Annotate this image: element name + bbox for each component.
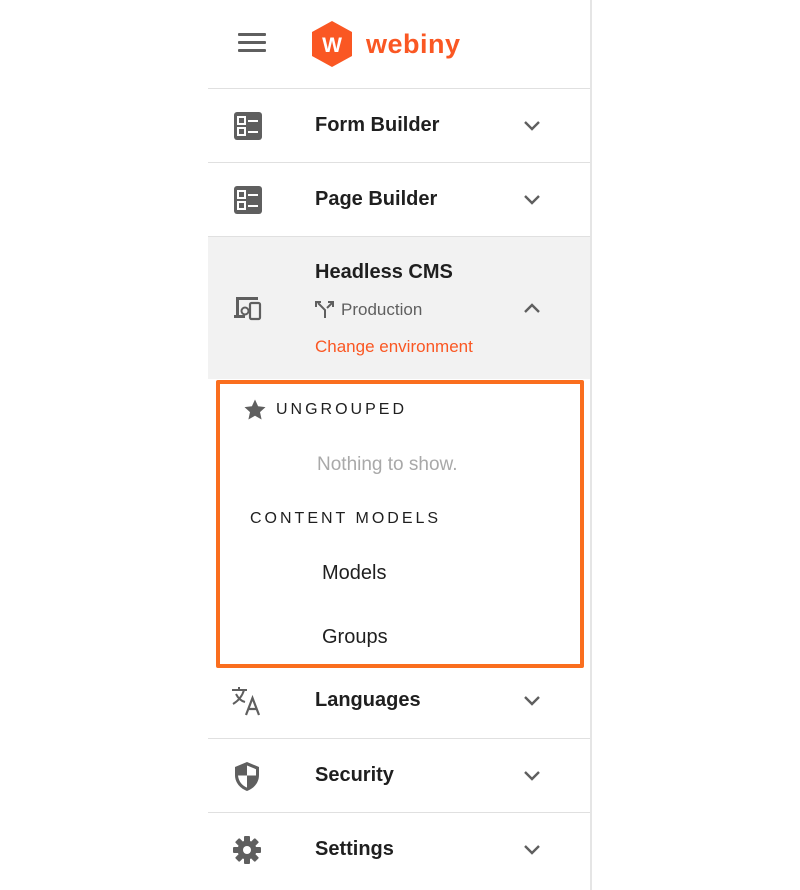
menu-item-label: Form Builder: [315, 114, 440, 136]
chevron-down-icon: [520, 691, 544, 711]
form-icon: [230, 184, 264, 216]
star-icon: [244, 399, 266, 420]
menu-item-headless-cms[interactable]: Headless CMS Production Change environme…: [208, 236, 590, 379]
menu-item-label: Languages: [315, 689, 421, 711]
gear-icon: [230, 834, 264, 866]
cms-submenu-panel: UNGROUPED Nothing to show. CONTENT MODEL…: [216, 380, 584, 668]
ungrouped-header: UNGROUPED: [242, 398, 407, 422]
chevron-down-icon: [520, 116, 544, 136]
svg-text:W: W: [322, 34, 342, 57]
empty-state-text: Nothing to show.: [317, 454, 458, 475]
hamburger-menu-button[interactable]: [238, 33, 266, 53]
logo-wordmark: webiny: [366, 28, 461, 59]
chevron-down-icon: [520, 766, 544, 786]
chevron-down-icon: [520, 190, 544, 210]
menu-item-label: Headless CMS: [315, 261, 453, 283]
change-environment-link[interactable]: Change environment: [315, 337, 473, 357]
menu-item-label: Settings: [315, 838, 394, 860]
shield-icon: [230, 760, 264, 792]
content-models-label: CONTENT MODELS: [250, 510, 442, 527]
menu-item-security[interactable]: Security: [208, 738, 590, 812]
chevron-up-icon: [520, 299, 544, 319]
menu-item-label: Page Builder: [315, 188, 438, 210]
chevron-down-icon: [520, 840, 544, 860]
webiny-logo-mark: W: [312, 21, 352, 67]
form-icon: [230, 110, 264, 142]
menu-item-form-builder[interactable]: Form Builder: [208, 88, 590, 162]
menu-item-page-builder[interactable]: Page Builder: [208, 162, 590, 236]
menu-item-settings[interactable]: Settings: [208, 812, 590, 886]
translate-icon: [230, 685, 264, 717]
drawer-header: W webiny: [208, 0, 590, 88]
devices-icon: [230, 291, 264, 323]
webiny-logo[interactable]: W webiny: [310, 20, 461, 68]
environment-indicator: Production: [315, 300, 422, 320]
ungrouped-label: UNGROUPED: [276, 401, 408, 418]
menu-item-label: Security: [315, 764, 394, 786]
menu-item-languages[interactable]: Languages: [208, 664, 590, 737]
environment-name: Production: [341, 300, 423, 319]
groups-link[interactable]: Groups: [322, 626, 388, 649]
navigation-drawer: W webiny Form Builder Page Builder Headl…: [208, 0, 592, 890]
models-link[interactable]: Models: [322, 562, 386, 585]
branch-icon: [315, 301, 334, 318]
